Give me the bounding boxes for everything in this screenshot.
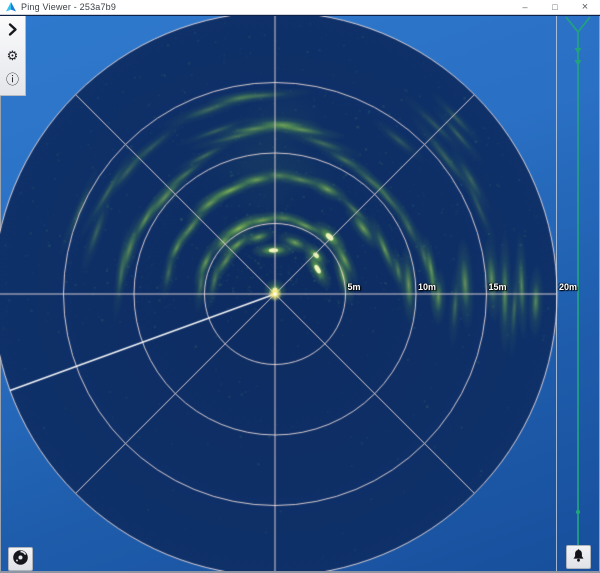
settings-button[interactable]: ⚙ [2, 43, 23, 67]
chevron-right-icon [7, 22, 18, 40]
open-menu-button[interactable] [2, 19, 23, 43]
replay-split-handle[interactable] [558, 14, 600, 559]
left-toolbar: ⚙ ⓘ [0, 16, 26, 96]
gear-icon: ⚙ [7, 49, 19, 62]
close-button[interactable]: × [570, 0, 600, 14]
window-title: Ping Viewer - 253a7b9 [21, 2, 116, 12]
window-controls: – □ × [510, 0, 600, 14]
maximize-button[interactable]: □ [540, 0, 570, 14]
device-manager-button[interactable] [8, 547, 33, 571]
minimize-button[interactable]: – [510, 0, 540, 14]
bell-icon [571, 549, 586, 566]
info-icon: ⓘ [6, 73, 19, 86]
sonar-polar-display [0, 0, 600, 573]
app-logo-icon [6, 2, 16, 13]
right-panel-divider [556, 15, 557, 573]
title-bar: Ping Viewer - 253a7b9 – □ × [0, 0, 600, 15]
ping-viewer-window: 5m10m15m20m Ping Viewer - 253a7b9 – □ × … [0, 0, 600, 573]
notifications-button[interactable] [566, 545, 591, 569]
info-button[interactable]: ⓘ [2, 67, 23, 91]
ping360-device-icon [12, 549, 29, 569]
